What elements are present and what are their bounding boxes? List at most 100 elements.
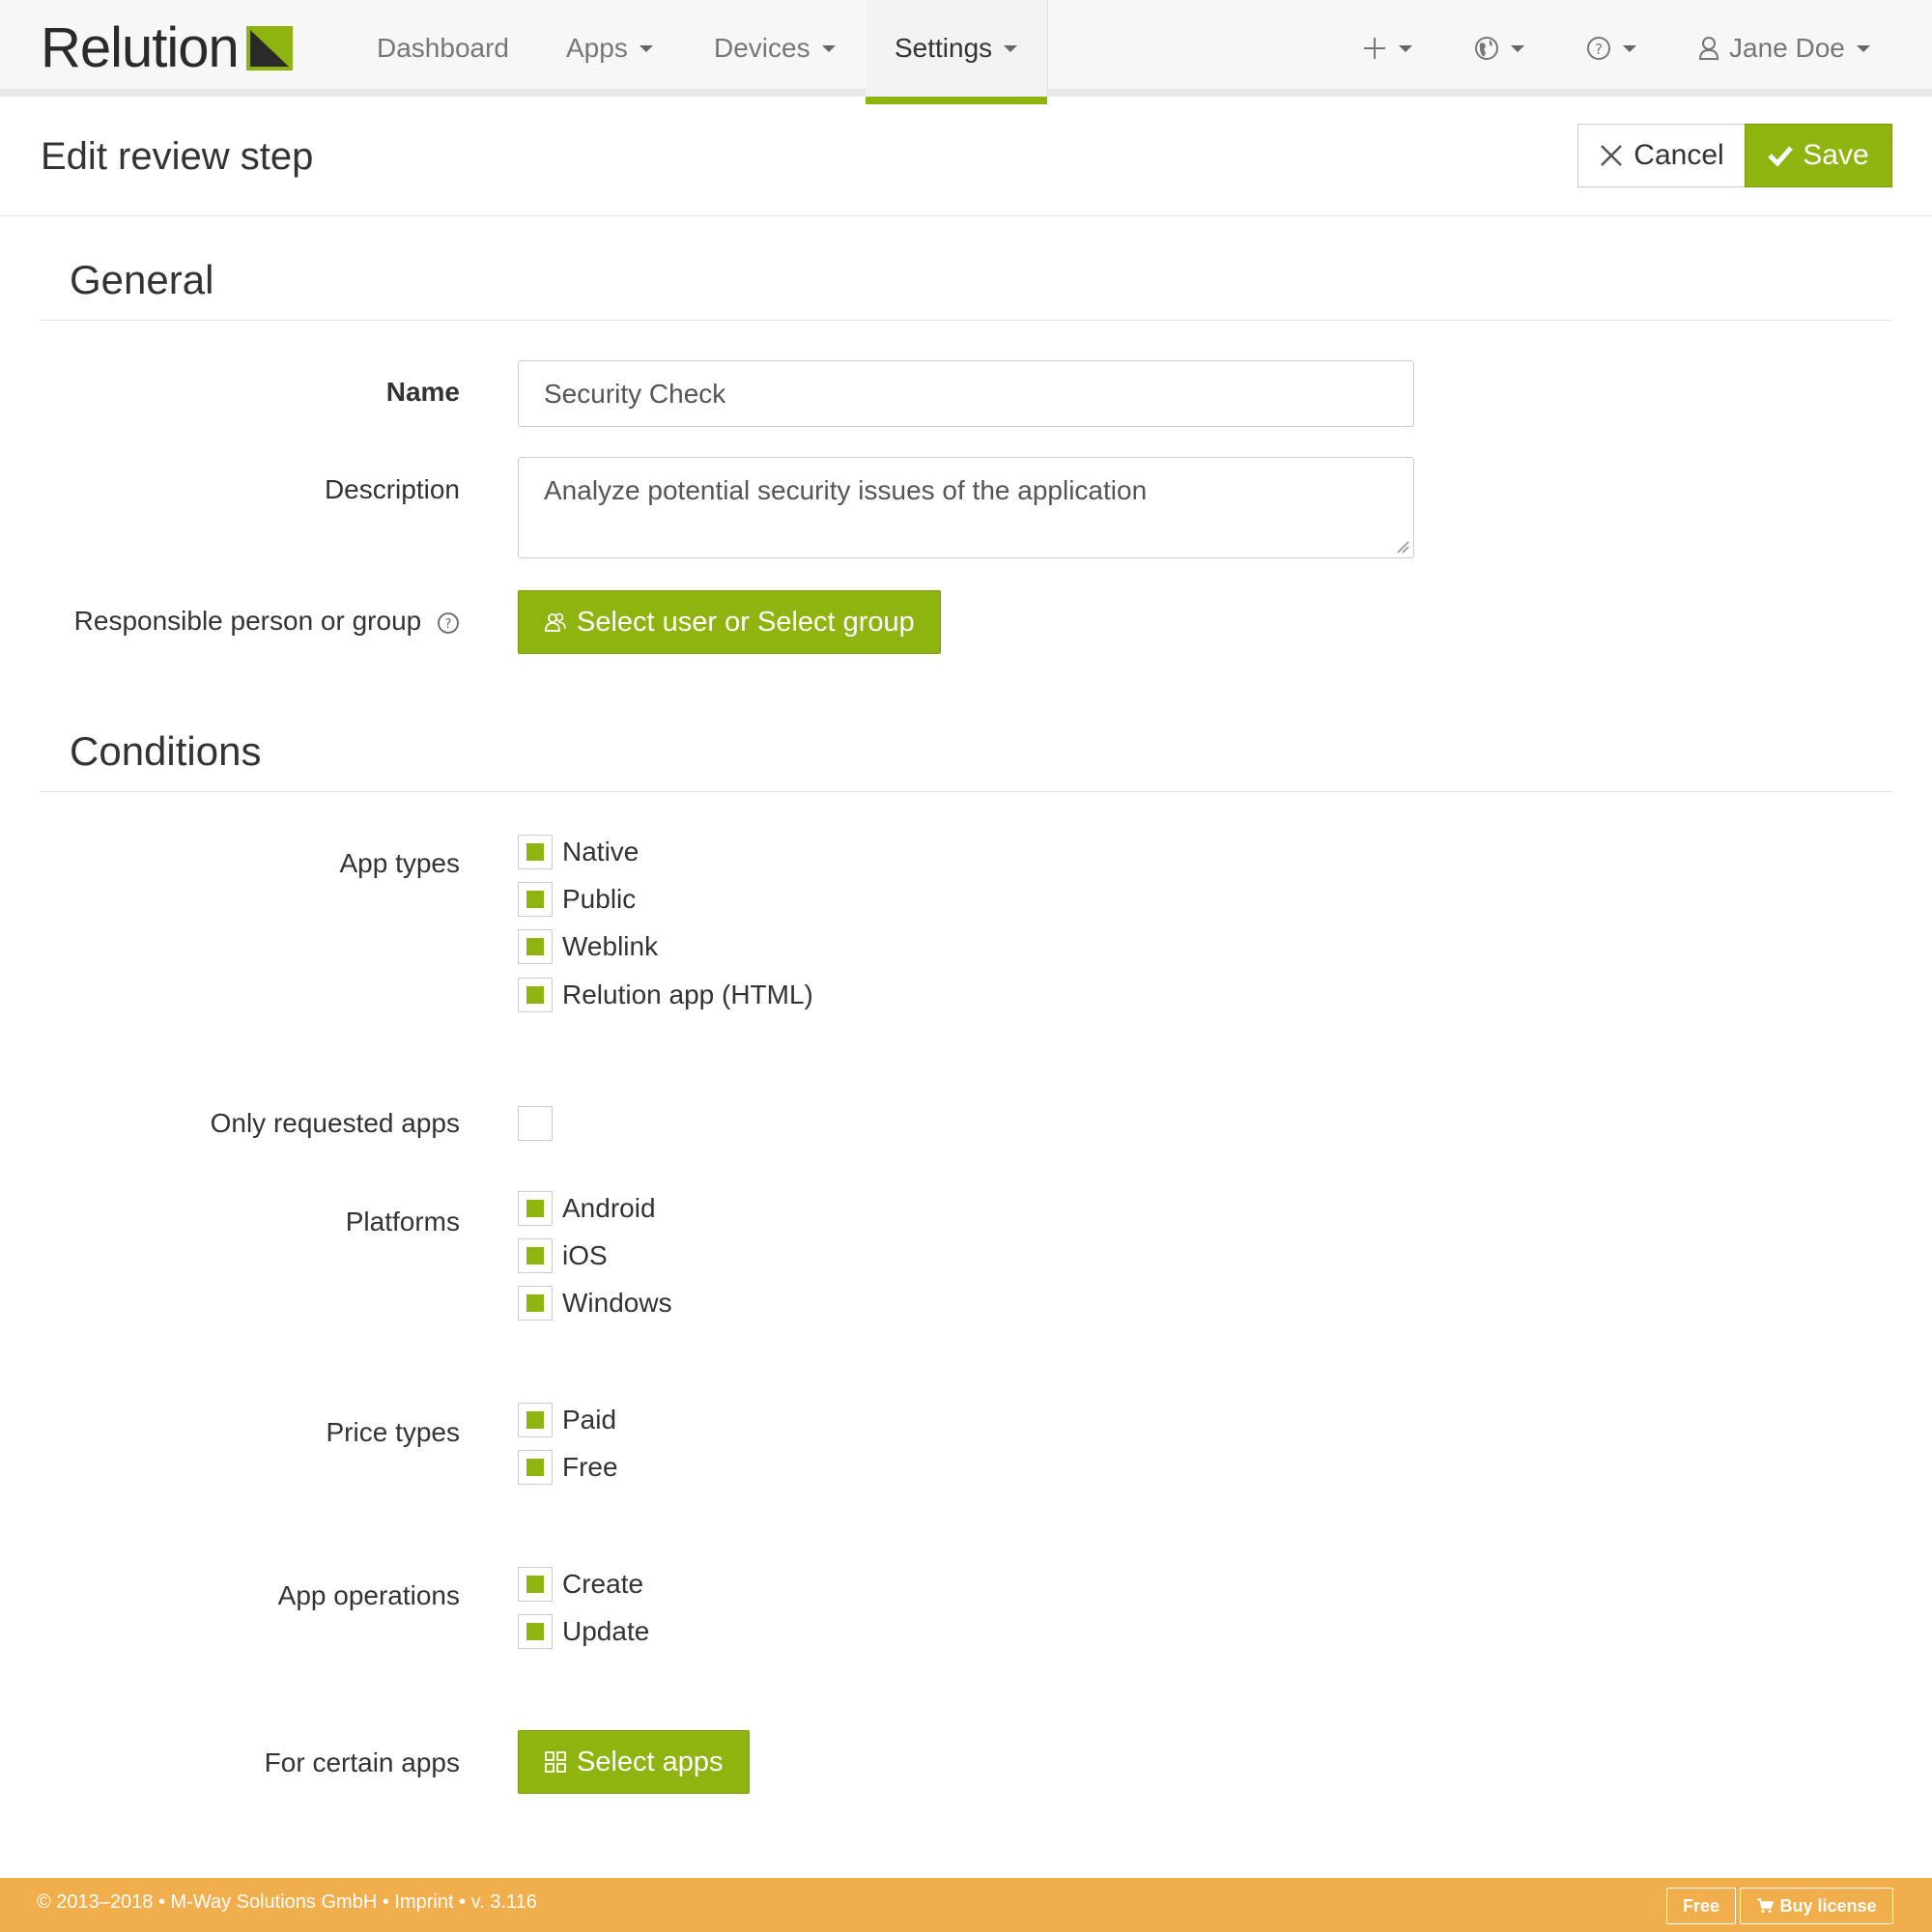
section-divider — [41, 791, 1892, 792]
checkbox-native[interactable]: Native — [518, 833, 639, 871]
buy-license-label: Buy license — [1779, 1895, 1877, 1916]
checkbox-free[interactable]: Free — [518, 1448, 618, 1487]
free-license-button[interactable]: Free — [1666, 1888, 1736, 1924]
description-label: Description — [324, 474, 460, 504]
checkbox-update[interactable]: Update — [518, 1612, 649, 1651]
responsible-label-text: Responsible person or group — [73, 606, 422, 636]
globe-icon — [1475, 37, 1498, 60]
checkbox-weblink-label: Weblink — [562, 931, 659, 961]
checkbox-update-label: Update — [562, 1616, 650, 1646]
checkbox-relution-app-html[interactable]: Relution app (HTML) — [518, 976, 813, 1014]
chevron-down-icon — [1399, 44, 1412, 52]
svg-text:?: ? — [1595, 41, 1603, 58]
nav-add-menu[interactable] — [1362, 0, 1412, 97]
save-button[interactable]: Save — [1745, 124, 1892, 187]
cancel-label: Cancel — [1634, 139, 1724, 171]
name-label: Name — [385, 377, 460, 407]
checkbox-public[interactable]: Public — [518, 880, 636, 919]
chevron-down-icon — [639, 44, 653, 52]
checkbox-create[interactable]: Create — [518, 1565, 643, 1604]
chevron-down-icon — [821, 44, 836, 52]
select-user-or-group-label: Select user or Select group — [577, 606, 915, 638]
relution-logo[interactable]: Relution — [41, 16, 293, 79]
price-types-label: Price types — [326, 1417, 461, 1447]
nav-devices-label: Devices — [714, 33, 810, 63]
shopping-cart-icon — [1757, 1898, 1775, 1914]
nav-separator — [1047, 0, 1048, 97]
nav-user-menu[interactable]: Jane Doe — [1698, 0, 1870, 97]
resize-handle-icon[interactable] — [1396, 540, 1409, 554]
description-text: Analyze potential security issues of the… — [544, 475, 1148, 505]
checkbox-create-label: Create — [562, 1569, 644, 1599]
user-icon — [1698, 37, 1719, 60]
select-user-or-group-button[interactable]: Select user or Select group — [518, 590, 941, 654]
app-types-label: App types — [339, 848, 460, 878]
description-textarea[interactable]: Analyze potential security issues of the… — [518, 457, 1414, 558]
page-title: Edit review step — [41, 135, 314, 178]
select-apps-label: Select apps — [577, 1746, 724, 1777]
only-requested-label: Only requested apps — [210, 1108, 460, 1138]
footer: © 2013–2018 • M-Way Solutions GmbH • Imp… — [0, 1878, 1932, 1932]
checkbox-paid[interactable]: Paid — [518, 1401, 616, 1439]
free-license-label: Free — [1682, 1895, 1720, 1916]
chevron-down-icon — [1856, 44, 1870, 52]
checkbox-weblink-box[interactable] — [518, 929, 553, 964]
select-apps-button[interactable]: Select apps — [518, 1730, 750, 1794]
logo-text: Relution — [41, 16, 240, 79]
checkmark-icon — [1768, 146, 1794, 167]
nav-dashboard-label: Dashboard — [377, 33, 509, 63]
checkbox-native-box[interactable] — [518, 835, 553, 869]
checkbox-ios-label: iOS — [562, 1240, 608, 1270]
checkbox-paid-label: Paid — [562, 1405, 617, 1435]
nav-user-label: Jane Doe — [1729, 33, 1845, 63]
checkbox-relution-app-html-label: Relution app (HTML) — [562, 980, 813, 1009]
nav-devices[interactable]: Devices — [714, 0, 836, 97]
footer-copyright: © 2013–2018 • M-Way Solutions GmbH • Imp… — [37, 1891, 537, 1913]
checkbox-android-box[interactable] — [518, 1191, 553, 1226]
nav-help-menu[interactable]: ? — [1586, 0, 1636, 97]
chevron-down-icon — [1511, 44, 1524, 52]
platforms-label: Platforms — [345, 1207, 460, 1236]
app-operations-label: App operations — [277, 1580, 460, 1610]
checkbox-windows[interactable]: Windows — [518, 1284, 672, 1322]
help-circle-icon: ? — [1587, 37, 1610, 60]
logo-mark-icon — [245, 26, 293, 71]
checkbox-native-label: Native — [562, 837, 639, 867]
name-input[interactable] — [518, 360, 1414, 427]
cancel-button[interactable]: Cancel — [1577, 124, 1746, 187]
checkbox-ios[interactable]: iOS — [518, 1236, 608, 1275]
checkbox-android[interactable]: Android — [518, 1189, 656, 1228]
checkbox-only-requested-box[interactable] — [518, 1106, 553, 1141]
section-title-conditions: Conditions — [70, 728, 262, 774]
close-icon — [1601, 145, 1623, 166]
nav-apps[interactable]: Apps — [566, 0, 653, 97]
section-divider — [41, 320, 1892, 321]
checkbox-create-box[interactable] — [518, 1567, 553, 1602]
responsible-label: Responsible person or group ? — [74, 606, 460, 637]
buy-license-button[interactable]: Buy license — [1740, 1888, 1893, 1924]
save-label: Save — [1803, 139, 1869, 171]
checkbox-paid-box[interactable] — [518, 1403, 553, 1437]
checkbox-ios-box[interactable] — [518, 1238, 553, 1273]
svg-text:?: ? — [445, 617, 452, 632]
certain-apps-label: For certain apps — [264, 1747, 460, 1777]
checkbox-free-label: Free — [562, 1452, 618, 1482]
nav-dashboard[interactable]: Dashboard — [377, 0, 509, 97]
checkbox-windows-box[interactable] — [518, 1286, 553, 1321]
help-icon[interactable]: ? — [437, 611, 460, 635]
checkbox-free-box[interactable] — [518, 1450, 553, 1485]
nav-settings-label: Settings — [895, 33, 993, 63]
checkbox-android-label: Android — [562, 1193, 656, 1223]
checkbox-only-requested[interactable] — [518, 1104, 562, 1143]
checkbox-public-label: Public — [562, 884, 637, 914]
grid-icon — [545, 1751, 566, 1773]
top-navbar: Relution Dashboard Apps Devices Settings — [0, 0, 1932, 104]
checkbox-relution-app-html-box[interactable] — [518, 978, 553, 1012]
chevron-down-icon — [1004, 44, 1018, 52]
checkbox-weblink[interactable]: Weblink — [518, 927, 658, 966]
checkbox-public-box[interactable] — [518, 882, 553, 917]
users-icon — [545, 612, 566, 632]
nav-settings[interactable]: Settings — [866, 0, 1047, 104]
nav-language-menu[interactable] — [1474, 0, 1524, 97]
checkbox-update-box[interactable] — [518, 1614, 553, 1649]
